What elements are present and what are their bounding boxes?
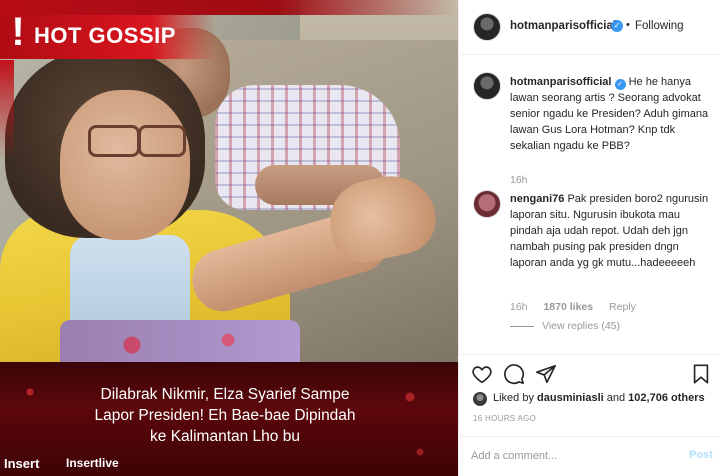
hot-gossip-title: HOT GOSSIP [34, 23, 176, 48]
likes-text: Liked by dausminiasli and 102,706 others [493, 392, 705, 404]
comment-input[interactable] [471, 447, 671, 465]
banner-side-strip [0, 60, 14, 160]
post-comment-button[interactable]: Post [689, 449, 713, 461]
photo-woman-face [60, 90, 190, 240]
exclamation-mark: ! [11, 10, 25, 54]
likes-middle: and [606, 392, 626, 404]
view-replies-label: View replies (45) [542, 320, 621, 332]
insertlive-logo: Insertlive [66, 456, 119, 470]
comment-timestamp[interactable]: 16h [510, 301, 528, 313]
photo-glasses-right [138, 125, 186, 157]
comment-icon[interactable] [503, 363, 525, 385]
share-icon[interactable] [535, 363, 557, 385]
post-side-panel: hotmanparisofficial ✓ • Following hotman… [458, 0, 720, 476]
add-comment-bar: Post [459, 436, 720, 476]
photo-glasses-left [88, 125, 140, 157]
author-username[interactable]: hotmanparisofficial [510, 20, 616, 32]
banner-top-strip [0, 0, 458, 15]
author-avatar[interactable] [473, 13, 501, 41]
likes-count[interactable]: 102,706 others [628, 392, 704, 404]
bookmark-icon[interactable] [690, 363, 712, 385]
commenter-avatar[interactable] [473, 190, 501, 218]
comment-meta: 16h 1870 likes Reply [510, 301, 649, 313]
reply-button[interactable]: Reply [609, 301, 636, 313]
view-replies-link[interactable]: View replies (45) [510, 320, 620, 332]
caption-author-avatar[interactable] [473, 72, 501, 100]
heart-icon[interactable] [471, 363, 493, 385]
post-header: hotmanparisofficial ✓ • Following [459, 0, 720, 55]
caption-username[interactable]: hotmanparisofficial [510, 76, 611, 88]
action-bar [459, 354, 720, 390]
post-image[interactable]: ! HOT GOSSIP Dilabrak Nikmir, Elza Syari… [0, 0, 458, 476]
likes-prefix: Liked by [493, 392, 534, 404]
image-caption: Dilabrak Nikmir, Elza Syarief Sampe Lapo… [94, 386, 356, 445]
list-item: nengani76 Pak presiden boro2 ngurusin la… [510, 191, 710, 271]
caption-timestamp[interactable]: 16h [510, 174, 528, 186]
verified-badge-icon: ✓ [611, 20, 623, 32]
commenter-username[interactable]: nengani76 [510, 193, 564, 205]
header-separator: • [626, 19, 630, 31]
insert-logo: Insert [4, 456, 40, 471]
liker-avatar[interactable] [473, 392, 487, 406]
caption-comment: hotmanparisofficial ✓ He he hanya lawan … [510, 74, 710, 154]
liker-username[interactable]: dausminiasli [537, 392, 604, 404]
following-button[interactable]: Following [635, 20, 684, 32]
comments-list[interactable]: hotmanparisofficial ✓ He he hanya lawan … [459, 56, 720, 354]
verified-badge-icon: ✓ [614, 79, 626, 90]
replies-divider [510, 325, 534, 327]
comment-likes[interactable]: 1870 likes [543, 301, 593, 313]
post-timestamp[interactable]: 16 HOURS AGO [473, 414, 536, 423]
